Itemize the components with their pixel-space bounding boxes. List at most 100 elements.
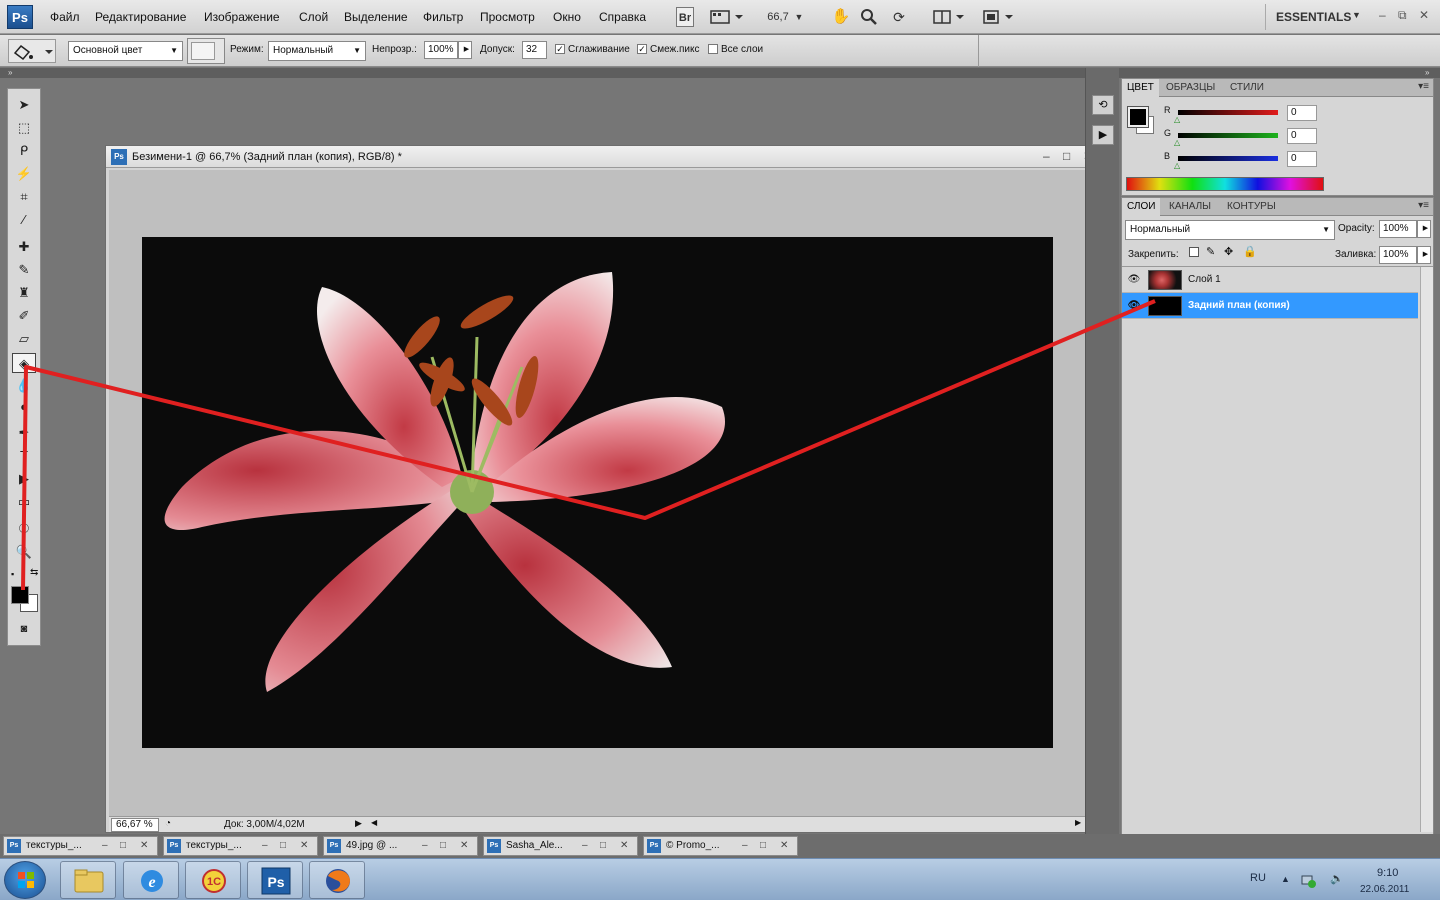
- minimized-doc[interactable]: Ps 49.jpg @ ... – □ ✕: [323, 836, 478, 856]
- zoom-tool-icon[interactable]: 🔍: [12, 542, 36, 562]
- magic-wand-tool-icon[interactable]: ⚡: [12, 164, 36, 184]
- minimized-doc[interactable]: Ps текстуры_... – □ ✕: [163, 836, 318, 856]
- tab-channels[interactable]: КАНАЛЫ: [1164, 198, 1216, 216]
- brush-tool-icon[interactable]: ✎: [12, 260, 36, 280]
- shape-tool-icon[interactable]: ▭: [12, 492, 36, 512]
- layer-row-selected[interactable]: 👁 Задний план (копия): [1122, 293, 1418, 319]
- red-value-input[interactable]: 0: [1287, 105, 1317, 121]
- opacity-input[interactable]: 100%: [424, 41, 458, 59]
- menu-view[interactable]: Просмотр: [480, 10, 535, 24]
- ie-icon[interactable]: e: [123, 861, 179, 899]
- tool-preset-picker[interactable]: [8, 39, 56, 63]
- menu-help[interactable]: Справка: [599, 10, 646, 24]
- tolerance-input[interactable]: 32: [522, 41, 547, 59]
- green-value-input[interactable]: 0: [1287, 128, 1317, 144]
- blue-value-input[interactable]: 0: [1287, 151, 1317, 167]
- history-brush-tool-icon[interactable]: ✐: [12, 306, 36, 326]
- clock-date[interactable]: 22.06.2011: [1360, 884, 1409, 895]
- opacity-slider-button[interactable]: ▶: [458, 41, 472, 59]
- explorer-icon[interactable]: [60, 861, 116, 899]
- all-layers-checkbox[interactable]: [708, 44, 718, 54]
- tab-swatches[interactable]: ОБРАЗЦЫ: [1161, 79, 1220, 97]
- layers-scrollbar[interactable]: [1420, 267, 1433, 832]
- photoshop-icon[interactable]: Ps: [247, 861, 303, 899]
- lock-transparency-icon[interactable]: [1189, 247, 1199, 257]
- lock-move-icon[interactable]: ✥: [1224, 245, 1233, 258]
- network-icon[interactable]: [1301, 873, 1317, 892]
- quick-mask-icon[interactable]: ◙: [12, 619, 36, 639]
- close-icon[interactable]: ✕: [460, 837, 468, 855]
- minimize-icon[interactable]: –: [1379, 8, 1386, 22]
- status-menu-arrow-icon[interactable]: ▶: [355, 818, 362, 829]
- canvas-area[interactable]: [109, 170, 1086, 816]
- scroll-right-icon[interactable]: ▶: [1075, 818, 1081, 827]
- minimize-icon[interactable]: –: [262, 837, 268, 855]
- extras-dropdown[interactable]: [709, 7, 745, 27]
- blue-slider[interactable]: [1178, 156, 1278, 161]
- history-panel-icon[interactable]: ⟲: [1092, 95, 1114, 115]
- restore-icon[interactable]: □: [120, 837, 126, 855]
- default-colors-icon[interactable]: ▪: [11, 569, 14, 579]
- chevron-down-icon[interactable]: ▼: [1352, 10, 1361, 20]
- menu-window[interactable]: Окно: [553, 10, 581, 24]
- lock-all-icon[interactable]: 🔒: [1243, 245, 1257, 258]
- 1c-icon[interactable]: 1С: [185, 861, 241, 899]
- slider-handle-icon[interactable]: △: [1174, 161, 1180, 170]
- language-indicator[interactable]: RU: [1250, 872, 1266, 884]
- minimize-icon[interactable]: –: [422, 837, 428, 855]
- pattern-picker[interactable]: [187, 38, 225, 64]
- healing-brush-tool-icon[interactable]: ✚: [12, 237, 36, 257]
- zoom-tool-icon[interactable]: [858, 7, 878, 27]
- minimize-icon[interactable]: –: [102, 837, 108, 855]
- screen-mode-button[interactable]: [981, 7, 1017, 27]
- actions-panel-icon[interactable]: ▶: [1092, 125, 1114, 145]
- close-icon[interactable]: ✕: [780, 837, 788, 855]
- path-selection-tool-icon[interactable]: ▶: [12, 469, 36, 489]
- hand-tool-icon[interactable]: ✋: [831, 7, 851, 27]
- clock-time[interactable]: 9:10: [1377, 867, 1398, 879]
- menu-select[interactable]: Выделение: [344, 10, 408, 24]
- close-icon[interactable]: ✕: [300, 837, 308, 855]
- arrange-documents-button[interactable]: [932, 7, 968, 27]
- minimized-doc[interactable]: Ps Sasha_Ale... – □ ✕: [483, 836, 638, 856]
- bridge-button[interactable]: Br: [676, 7, 694, 27]
- maximize-icon[interactable]: □: [1063, 149, 1070, 163]
- close-icon[interactable]: ✕: [620, 837, 628, 855]
- menu-image[interactable]: Изображение: [204, 10, 280, 24]
- eye-icon[interactable]: 👁: [1126, 298, 1142, 314]
- tab-color[interactable]: ЦВЕТ: [1122, 79, 1159, 97]
- fill-input[interactable]: 100%: [1379, 246, 1417, 264]
- green-slider[interactable]: [1178, 133, 1278, 138]
- lily-photo[interactable]: [142, 237, 1053, 748]
- firefox-icon[interactable]: [309, 861, 365, 899]
- document-title-bar[interactable]: Ps Безимени-1 @ 66,7% (Задний план (копи…: [106, 146, 1100, 168]
- stamp-tool-icon[interactable]: ♜: [12, 283, 36, 303]
- close-icon[interactable]: ✕: [140, 837, 148, 855]
- tab-layers[interactable]: СЛОИ: [1122, 198, 1161, 216]
- tab-paths[interactable]: КОНТУРЫ: [1222, 198, 1281, 216]
- eye-icon[interactable]: 👁: [1126, 272, 1142, 288]
- red-slider[interactable]: [1178, 110, 1278, 115]
- marquee-tool-icon[interactable]: ⬚: [12, 118, 36, 138]
- crop-tool-icon[interactable]: ⌗: [12, 187, 36, 207]
- layer-row[interactable]: 👁 Слой 1: [1122, 267, 1418, 293]
- minimize-icon[interactable]: –: [742, 837, 748, 855]
- lock-paint-icon[interactable]: ✎: [1206, 245, 1215, 258]
- minimized-doc[interactable]: Ps © Promo_... – □ ✕: [643, 836, 798, 856]
- zoom-level[interactable]: 66,7: [764, 7, 792, 27]
- close-icon[interactable]: ✕: [1419, 8, 1429, 22]
- zoom-input[interactable]: 66,67 %: [111, 818, 159, 832]
- status-info-icon[interactable]: ◔: [165, 818, 171, 829]
- rotate-view-icon[interactable]: ⟳: [889, 7, 909, 27]
- swap-colors-icon[interactable]: ⇆: [30, 567, 38, 578]
- eraser-tool-icon[interactable]: ▱: [12, 329, 36, 349]
- paint-bucket-tool-icon[interactable]: ◈: [12, 353, 36, 373]
- minimize-icon[interactable]: –: [1043, 149, 1050, 163]
- show-hidden-icons-icon[interactable]: ▲: [1281, 874, 1290, 884]
- 3d-rotate-tool-icon[interactable]: ☉: [12, 519, 36, 539]
- contiguous-checkbox[interactable]: ✓: [637, 44, 647, 54]
- foreground-color-swatch[interactable]: [11, 586, 29, 604]
- restore-icon[interactable]: □: [760, 837, 766, 855]
- color-spectrum-ramp[interactable]: [1126, 177, 1324, 191]
- lasso-tool-icon[interactable]: ᑭ: [12, 141, 36, 161]
